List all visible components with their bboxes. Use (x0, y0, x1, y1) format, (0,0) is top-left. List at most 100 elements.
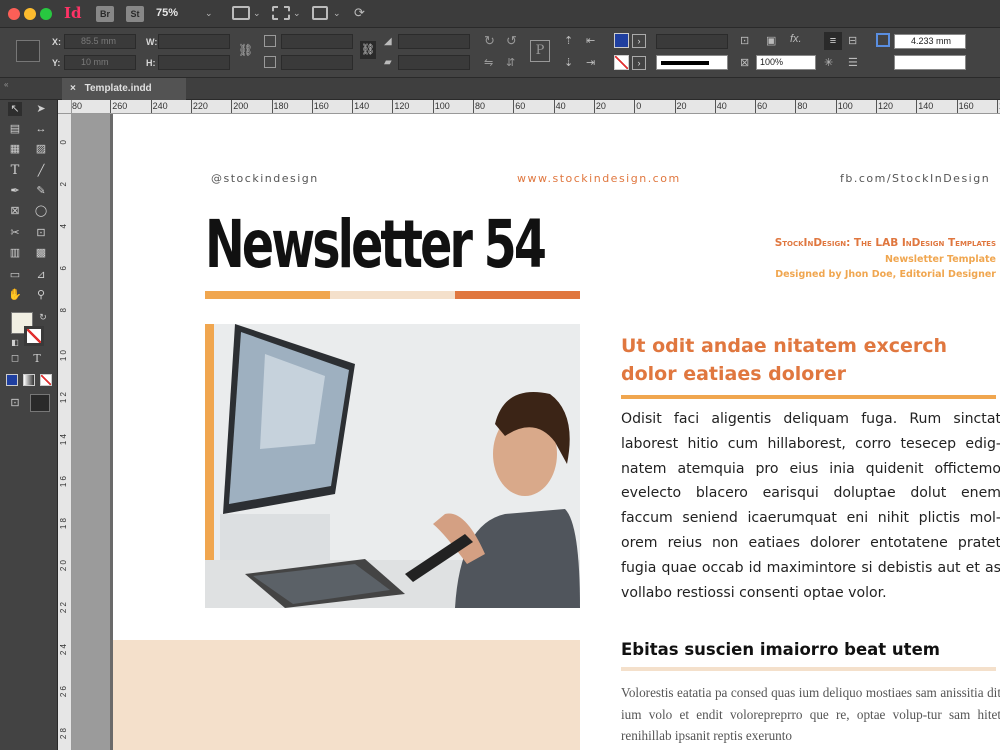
x-label: X: (52, 37, 61, 47)
select-next-icon[interactable]: ⇥ (586, 56, 595, 69)
vertical-ruler[interactable]: 0 2 4 6 8 1 0 1 2 1 4 1 6 1 8 2 0 2 2 2 4 2 6 2 8 (58, 114, 72, 750)
rotate-ccw-icon[interactable]: ↺ (506, 33, 517, 49)
stroke-swatch[interactable] (614, 55, 629, 70)
selection-tool-icon[interactable]: ↖ (8, 102, 22, 116)
control-panel: X: 85.5 mm Y: 10 mm W: H: ⛓ ⛓ ◢ ▰ ↻ ↺ ⇋ … (0, 28, 1000, 78)
reference-point-icon[interactable] (16, 40, 40, 62)
corner-shape-select[interactable] (894, 55, 966, 70)
screen-mode-icon[interactable] (272, 6, 290, 20)
swap-fill-stroke-icon[interactable]: ↻ (36, 310, 50, 324)
w-field[interactable] (158, 34, 230, 49)
text-wrap-icon[interactable]: ≡ (824, 32, 842, 50)
publish-online-icon[interactable]: ⟳ (354, 5, 365, 21)
default-fill-stroke-icon[interactable]: ◧ (8, 336, 22, 350)
gap-tool-icon[interactable]: ↔ (34, 122, 48, 136)
stroke-type-select[interactable] (656, 55, 728, 70)
minimize-window-button[interactable] (24, 8, 36, 20)
rectangle-frame-tool-icon[interactable]: ⊠ (8, 204, 22, 218)
line-tool-icon[interactable]: ╱ (34, 164, 48, 178)
fitting-frame-icon[interactable]: ⊡ (740, 34, 749, 47)
document-page[interactable]: @stockindesign www.stockindesign.com fb.… (113, 114, 1000, 750)
h-field[interactable] (158, 55, 230, 70)
arrange-documents-chevron-icon[interactable]: ⌄ (333, 8, 341, 19)
type-tool-icon[interactable]: T (8, 164, 22, 178)
effects-fx-icon[interactable]: fx. (790, 33, 802, 45)
screen-mode-chevron-icon[interactable]: ⌄ (293, 8, 301, 19)
collapse-panel-icon[interactable]: « (4, 80, 8, 89)
bridge-button[interactable]: Br (96, 6, 114, 22)
scale-x-field[interactable] (281, 34, 353, 49)
close-window-button[interactable] (8, 8, 20, 20)
page-tool-icon[interactable]: ▤ (8, 122, 22, 136)
eyedropper-tool-icon[interactable]: ⊿ (34, 268, 48, 282)
shear-angle-icon: ▰ (384, 57, 392, 68)
close-tab-icon[interactable]: × (70, 83, 76, 94)
hand-tool-icon[interactable]: ✋ (8, 288, 22, 302)
screen-mode-normal-icon[interactable]: ⊡ (8, 396, 22, 410)
pencil-tool-icon[interactable]: ✎ (34, 184, 48, 198)
screen-mode-preview-icon[interactable] (30, 394, 50, 412)
horizontal-ruler[interactable]: 80 260 240 220 200 180 160 140 120 100 80 60 40 20 0 20… (72, 100, 1000, 114)
apply-none-icon[interactable] (40, 374, 52, 386)
align-distribute-icon[interactable]: ☰ (848, 56, 858, 69)
flip-horizontal-icon[interactable]: ⇋ (484, 56, 493, 69)
photo-image (205, 324, 580, 608)
zoom-dropdown-chevron-icon[interactable]: ⌄ (205, 8, 213, 19)
hruler-tick-label: 140 (354, 101, 370, 111)
content-placer-icon[interactable]: ▨ (34, 142, 48, 156)
stroke-color-swatch[interactable] (24, 326, 44, 346)
article-photo[interactable] (205, 324, 580, 608)
ellipse-tool-icon[interactable]: ◯ (34, 204, 48, 218)
corner-options-icon[interactable] (876, 33, 890, 47)
rotate-angle-field[interactable] (398, 34, 470, 49)
zoom-level[interactable]: 75% (156, 7, 178, 19)
fill-swatch[interactable] (614, 33, 629, 48)
select-container-icon[interactable]: ⇡ (564, 34, 573, 47)
view-options-chevron-icon[interactable]: ⌄ (253, 8, 261, 19)
zoom-window-button[interactable] (40, 8, 52, 20)
ruler-origin[interactable] (58, 100, 72, 114)
wrap-around-icon[interactable]: ⊟ (848, 34, 857, 47)
scale-x-icon (264, 35, 276, 47)
select-content-icon[interactable]: ⇣ (564, 56, 573, 69)
link-scale-icon[interactable]: ⛓ (360, 41, 376, 59)
opacity-field[interactable]: 100% (756, 55, 816, 70)
formatting-affects-text-icon[interactable]: T (30, 352, 44, 366)
align-center-icon[interactable]: ✳ (824, 56, 833, 69)
zoom-tool-icon[interactable]: ⚲ (34, 288, 48, 302)
corner-size-field[interactable]: 4.233 mm (894, 34, 966, 49)
pen-tool-icon[interactable]: ✒ (8, 184, 22, 198)
scale-y-field[interactable] (281, 55, 353, 70)
h-label: H: (146, 58, 156, 68)
free-transform-tool-icon[interactable]: ⊡ (34, 226, 48, 240)
hruler-tick (795, 100, 797, 113)
rotate-angle-icon: ◢ (384, 36, 392, 47)
view-options-icon[interactable] (232, 6, 250, 20)
y-field[interactable]: 10 mm (64, 55, 136, 70)
fill-menu-chevron-icon[interactable]: › (632, 34, 646, 48)
apply-color-icon[interactable] (6, 374, 18, 386)
stroke-menu-chevron-icon[interactable]: › (632, 56, 646, 70)
formatting-affects-container-icon[interactable]: ◻ (8, 352, 22, 366)
stroke-weight-field[interactable] (656, 34, 728, 49)
indesign-app-icon: Id (64, 4, 82, 22)
document-tab-title: Template.indd (84, 83, 152, 94)
apply-gradient-icon[interactable] (23, 374, 35, 386)
arrange-documents-icon[interactable] (312, 6, 328, 20)
drop-shadow-icon[interactable]: ▣ (766, 34, 776, 47)
gradient-feather-tool-icon[interactable]: ▩ (34, 246, 48, 260)
content-collector-icon[interactable]: ▦ (8, 142, 22, 156)
shear-angle-field[interactable] (398, 55, 470, 70)
flip-vertical-icon[interactable]: ⇵ (506, 56, 515, 69)
select-previous-icon[interactable]: ⇤ (586, 34, 595, 47)
paragraph-icon[interactable]: P (530, 40, 550, 62)
stock-button[interactable]: St (126, 6, 144, 22)
gradient-swatch-tool-icon[interactable]: ▥ (8, 246, 22, 260)
scissors-tool-icon[interactable]: ✂ (8, 226, 22, 240)
direct-selection-tool-icon[interactable]: ➤ (34, 102, 48, 116)
document-tab[interactable]: × Template.indd (62, 78, 186, 100)
x-field[interactable]: 85.5 mm (64, 34, 136, 49)
constrain-proportions-icon[interactable]: ⛓ (238, 43, 253, 57)
note-tool-icon[interactable]: ▭ (8, 268, 22, 282)
rotate-cw-icon[interactable]: ↻ (484, 33, 495, 49)
